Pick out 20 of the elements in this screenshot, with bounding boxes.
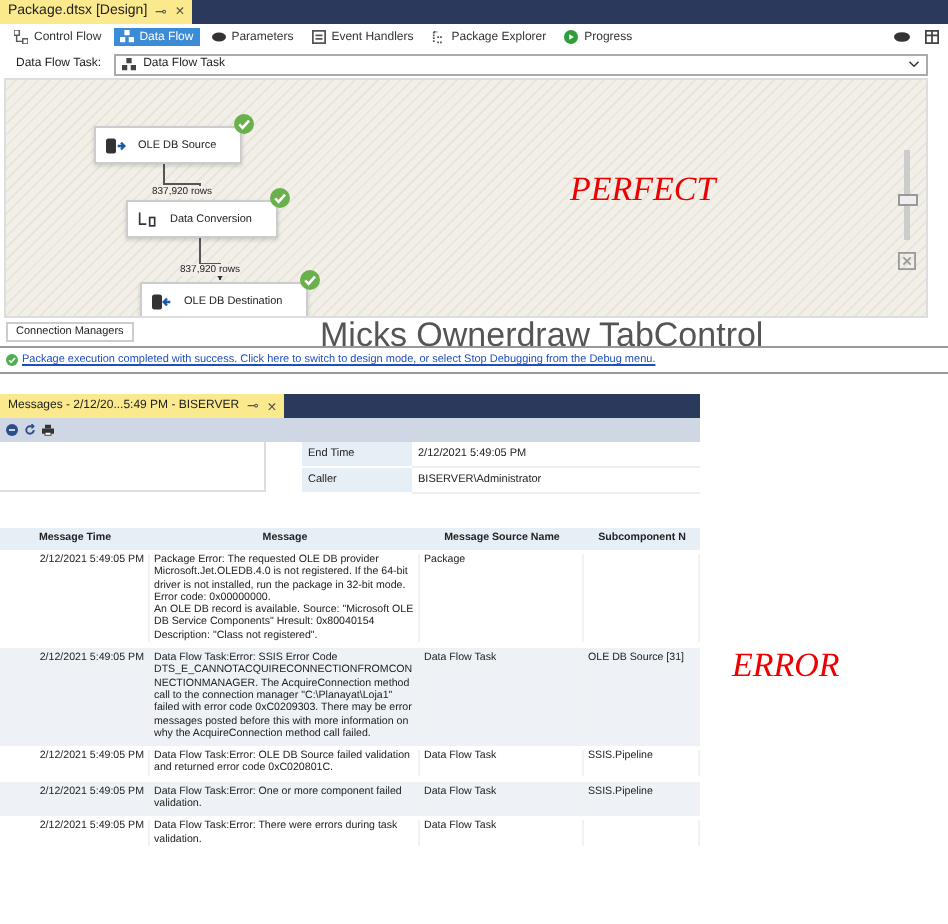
tree-icon	[431, 30, 446, 45]
flow-icon	[14, 30, 28, 45]
dataflow-icon	[121, 57, 136, 72]
refresh-icon[interactable]	[24, 424, 36, 436]
print-icon[interactable]	[42, 424, 54, 436]
close-button[interactable]: ×	[267, 397, 277, 415]
database-arrow-icon	[106, 137, 126, 154]
list-icon	[311, 30, 326, 45]
slider-thumb[interactable]	[898, 194, 918, 207]
caret-icon	[908, 60, 920, 69]
grid-icon[interactable]	[924, 30, 940, 45]
overlay-text: Micks Ownerdraw TabControl	[320, 318, 764, 355]
success-check-icon	[6, 354, 18, 367]
annotation-text: ERROR	[732, 646, 840, 686]
dataflow-icon	[119, 30, 134, 45]
play-icon	[564, 30, 579, 45]
annotation-text: PERFECT	[570, 170, 716, 211]
close-button[interactable]: ×	[175, 2, 185, 21]
conversion-icon	[138, 211, 158, 228]
database-arrow-icon	[152, 293, 172, 310]
